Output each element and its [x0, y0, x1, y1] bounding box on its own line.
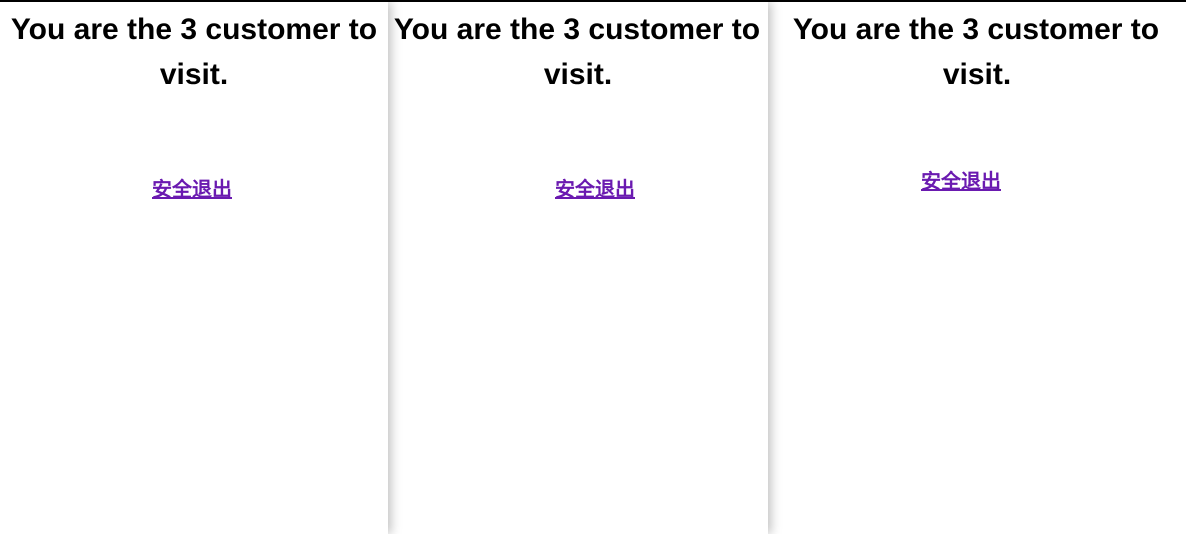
panel-2: You are the 3 customer to visit. 安全退出: [388, 2, 768, 534]
panel-3: You are the 3 customer to visit. 安全退出: [768, 2, 1186, 534]
logout-link[interactable]: 安全退出: [555, 173, 635, 202]
panel-1: You are the 3 customer to visit. 安全退出: [0, 2, 388, 534]
visitor-heading-line2: visit.: [768, 51, 1186, 96]
logout-link[interactable]: 安全退出: [152, 173, 232, 202]
visitor-heading-line1: You are the 3 customer to: [0, 2, 388, 51]
visitor-heading-line1: You are the 3 customer to: [768, 2, 1186, 51]
visitor-heading-line2: visit.: [0, 51, 388, 96]
visitor-heading-line2: visit.: [388, 51, 768, 96]
logout-link[interactable]: 安全退出: [921, 165, 1001, 194]
visitor-heading-line1: You are the 3 customer to: [388, 2, 768, 51]
